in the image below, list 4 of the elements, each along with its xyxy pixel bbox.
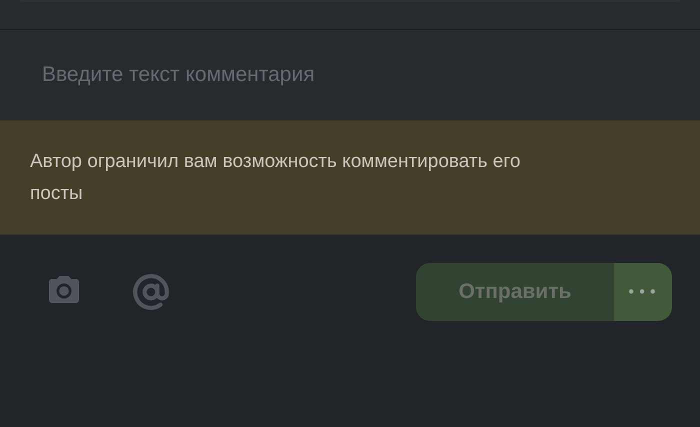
at-sign-icon[interactable]	[132, 273, 170, 311]
more-button[interactable]: •••	[614, 263, 672, 321]
notice-text: Автор ограничил вам возможность комментировать его посты	[30, 150, 522, 206]
comment-field[interactable]: Введите текст комментария	[42, 63, 658, 87]
